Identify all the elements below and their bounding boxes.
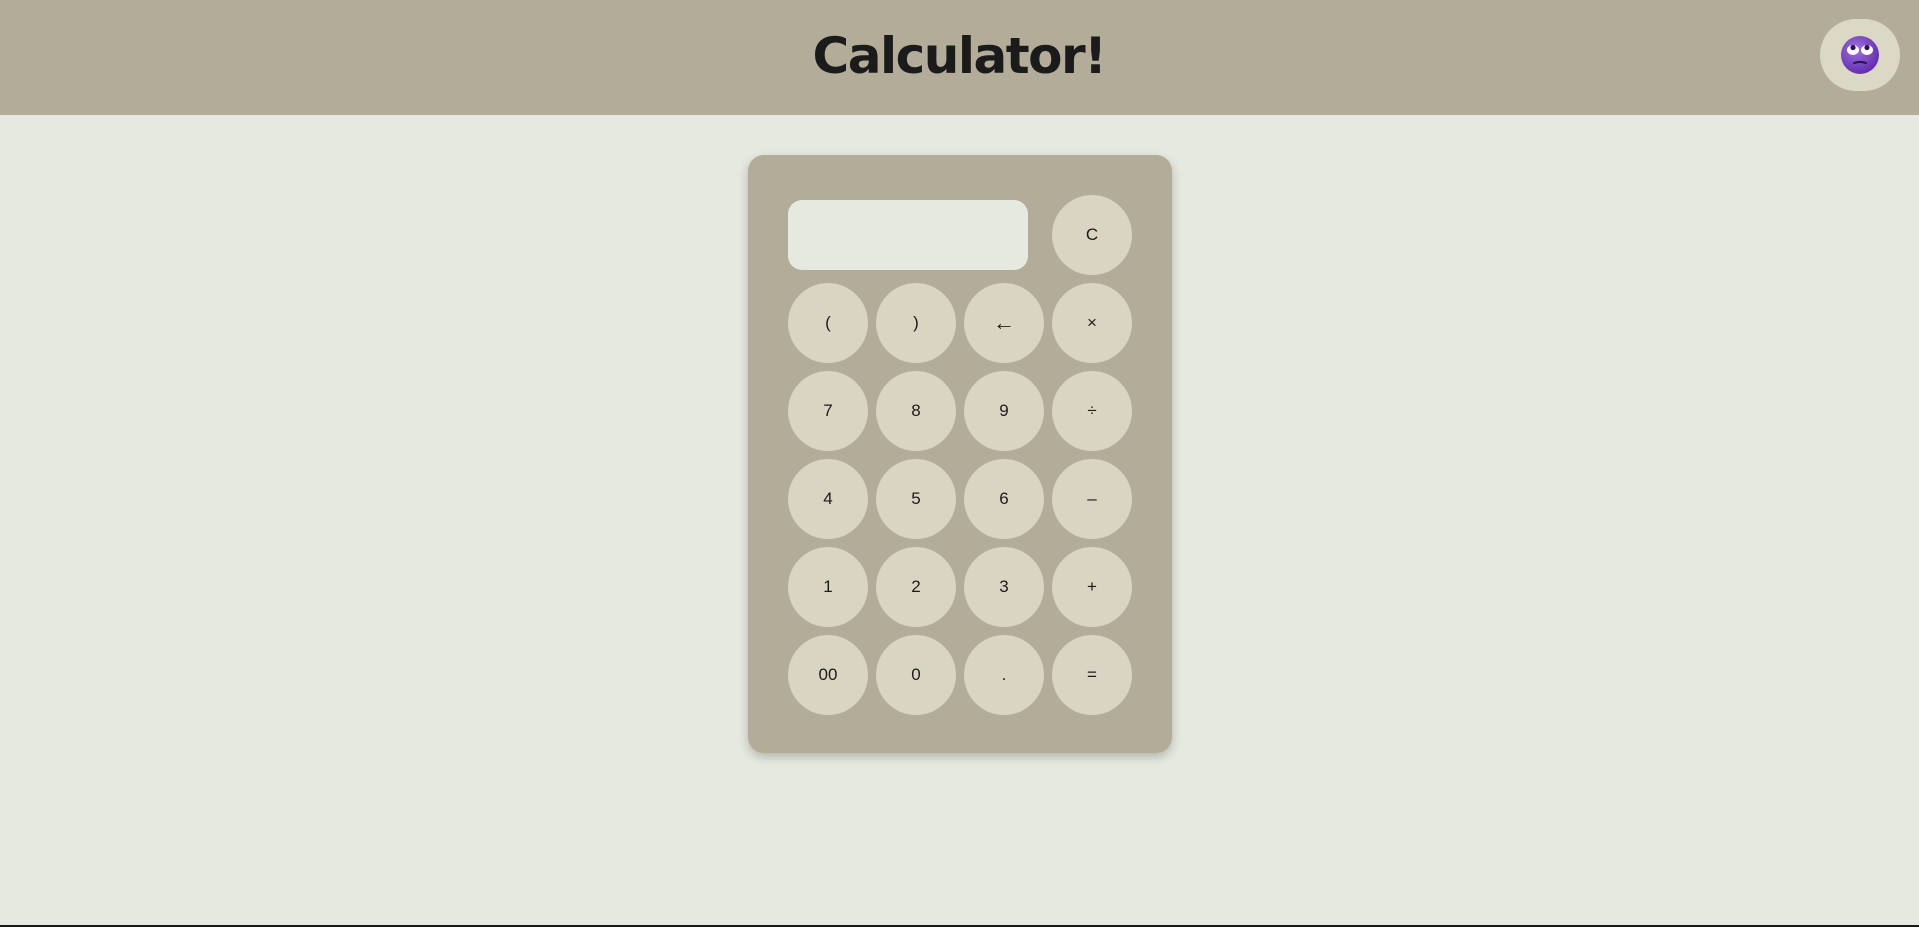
backspace-button[interactable]: ← — [964, 283, 1044, 363]
digit-4-button[interactable]: 4 — [788, 459, 868, 539]
minus-button[interactable]: – — [1052, 459, 1132, 539]
clear-button[interactable]: C — [1052, 195, 1132, 275]
equals-button[interactable]: = — [1052, 635, 1132, 715]
digit-0-button[interactable]: 0 — [876, 635, 956, 715]
close-paren-button[interactable]: ) — [876, 283, 956, 363]
decimal-button[interactable]: . — [964, 635, 1044, 715]
digit-1-button[interactable]: 1 — [788, 547, 868, 627]
plus-button[interactable]: + — [1052, 547, 1132, 627]
digit-3-button[interactable]: 3 — [964, 547, 1044, 627]
theme-toggle-button[interactable] — [1820, 19, 1900, 91]
app-header: Calculator! — [0, 0, 1919, 115]
open-paren-button[interactable]: ( — [788, 283, 868, 363]
calculator-panel: C ( ) ← × 7 8 9 ÷ 4 5 6 – 1 2 3 + 00 0 .… — [748, 155, 1172, 753]
page-title: Calculator! — [812, 27, 1107, 85]
digit-5-button[interactable]: 5 — [876, 459, 956, 539]
face-with-rolling-eyes-icon — [1841, 36, 1879, 74]
digit-7-button[interactable]: 7 — [788, 371, 868, 451]
digit-6-button[interactable]: 6 — [964, 459, 1044, 539]
multiply-button[interactable]: × — [1052, 283, 1132, 363]
double-zero-button[interactable]: 00 — [788, 635, 868, 715]
digit-8-button[interactable]: 8 — [876, 371, 956, 451]
divide-button[interactable]: ÷ — [1052, 371, 1132, 451]
calculator-display[interactable] — [788, 200, 1028, 270]
digit-9-button[interactable]: 9 — [964, 371, 1044, 451]
digit-2-button[interactable]: 2 — [876, 547, 956, 627]
